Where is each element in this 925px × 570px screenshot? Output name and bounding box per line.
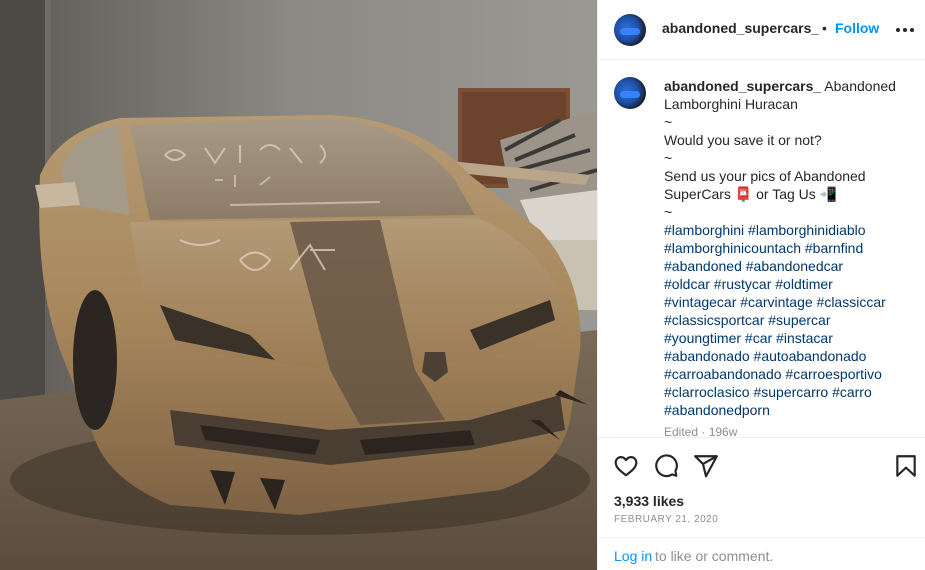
bookmark-icon[interactable]	[893, 453, 919, 479]
hashtag-line[interactable]: #oldcar #rustycar #oldtimer	[664, 275, 914, 293]
hashtag-line[interactable]: #carroabandonado #carroesportivo	[664, 365, 914, 383]
post-date[interactable]: FEBRUARY 21, 2020	[614, 514, 718, 525]
caption-avatar[interactable]	[614, 77, 646, 109]
share-icon-glyph	[694, 455, 718, 478]
caption-text: abandoned_supercars_ Abandoned Lamborghi…	[664, 77, 914, 419]
instagram-post: abandoned_supercars_ • Follow abandoned_…	[0, 0, 925, 570]
caption-line: Send us your pics of Abandoned	[664, 168, 866, 184]
hashtag-line[interactable]: #lamborghini #lamborghinidiablo	[664, 221, 914, 239]
caption-first-line: abandoned_supercars_ Abandoned	[664, 77, 914, 95]
caption-line: ~	[664, 204, 673, 220]
caption-line: ~	[664, 114, 673, 130]
hashtag-line[interactable]: #abandonedporn	[664, 401, 914, 419]
caption-line: ~	[664, 150, 673, 166]
likes-count[interactable]: 3,933 likes	[614, 493, 684, 509]
more-options-icon[interactable]	[893, 20, 917, 40]
post-header: abandoned_supercars_ • Follow	[598, 0, 925, 60]
heart-icon[interactable]	[613, 453, 639, 479]
separator-dot: •	[822, 20, 827, 36]
caption-line: Abandoned	[824, 78, 896, 94]
bookmark-icon-glyph	[896, 455, 916, 477]
post-image[interactable]	[0, 0, 597, 570]
caption-line: SuperCars 📮 or Tag Us 📲	[664, 186, 838, 202]
action-bar	[598, 437, 925, 495]
caption-username-link[interactable]: abandoned_supercars_	[664, 78, 821, 94]
dot	[903, 28, 907, 32]
heart-icon-glyph	[614, 456, 638, 477]
share-icon[interactable]	[693, 453, 719, 479]
hashtag-line[interactable]: #classicsportcar #supercar	[664, 311, 914, 329]
hashtag-line[interactable]: #youngtimer #car #instacar	[664, 329, 914, 347]
post-details-panel: abandoned_supercars_ • Follow abandoned_…	[597, 0, 925, 570]
caption-line: Lamborghini Huracan	[664, 96, 798, 112]
hashtag-line[interactable]: #abandoned #abandonedcar	[664, 257, 914, 275]
comments-section[interactable]: abandoned_supercars_ Abandoned Lamborghi…	[598, 61, 925, 437]
login-prompt-text: to like or comment.	[655, 548, 774, 564]
follow-button[interactable]: Follow	[835, 20, 879, 36]
avatar[interactable]	[614, 14, 646, 46]
hashtag-line[interactable]: #abandonado #autoabandonado	[664, 347, 914, 365]
login-prompt: Log in to like or comment.	[598, 537, 925, 570]
username-link[interactable]: abandoned_supercars_	[662, 20, 819, 36]
dot	[896, 28, 900, 32]
edited-timestamp: Edited · 196w	[664, 425, 738, 437]
comment-icon-glyph	[655, 454, 678, 478]
comment-icon[interactable]	[653, 453, 679, 479]
dot	[910, 28, 914, 32]
hashtag-line[interactable]: #clarroclasico #supercarro #carro	[664, 383, 914, 401]
login-link[interactable]: Log in	[614, 548, 652, 564]
hashtag-line[interactable]: #lamborghinicountach #barnfind	[664, 239, 914, 257]
dusty-lamborghini-photo	[0, 0, 597, 570]
caption-line: Would you save it or not?	[664, 132, 822, 148]
hashtag-line[interactable]: #vintagecar #carvintage #classiccar	[664, 293, 914, 311]
